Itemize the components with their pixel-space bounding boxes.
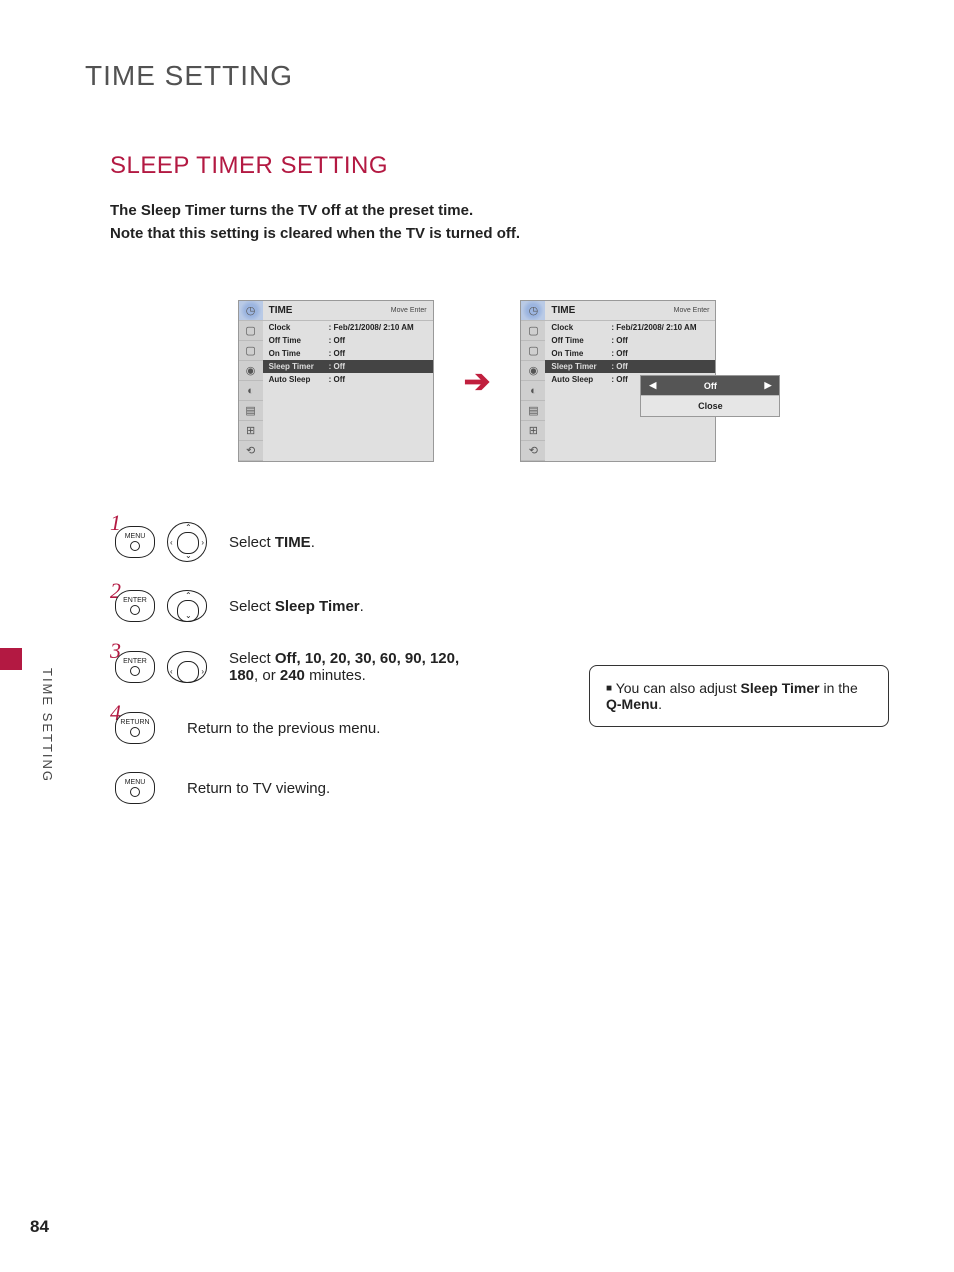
osd-row-label: Off Time	[551, 336, 611, 345]
osd-row-label: Clock	[551, 323, 611, 332]
osd-row-label: On Time	[269, 349, 329, 358]
dpad-icon[interactable]: ⌃⌄‹›	[167, 522, 207, 562]
osd-sidebar-icon: ⊞	[239, 421, 263, 441]
return-button[interactable]: RETURN	[115, 712, 155, 744]
osd-screenshots: ◷ ▢ ▢ ◉ ◐ ▤ ⊞ ⟲ TIME Move Enter ClockFeb	[70, 300, 884, 462]
nav-left-icon[interactable]: ◀	[649, 380, 656, 391]
osd-row-value: Off	[611, 362, 627, 371]
osd-sidebar-icon: ▤	[239, 401, 263, 421]
steps-list: 1 MENU ⌃⌄‹› Select TIME. 2 ENTER ⌃⌄ Sele…	[115, 522, 884, 804]
osd-row-value: Feb/21/2008/ 2:10 AM	[329, 323, 414, 332]
side-tab	[0, 648, 22, 670]
sleep-timer-popup: ◀ Off ▶ Close	[640, 375, 780, 417]
side-label: TIME SETTING	[40, 668, 55, 783]
dpad-vertical-icon[interactable]: ⌃⌄	[167, 590, 207, 622]
nav-right-icon[interactable]: ▶	[764, 380, 771, 391]
osd-row-label: On Time	[551, 349, 611, 358]
step-text: Select TIME.	[229, 534, 315, 551]
step-2: 2 ENTER ⌃⌄ Select Sleep Timer.	[115, 590, 884, 622]
osd-sidebar-icon: ◉	[521, 361, 545, 381]
osd-row-label: Clock	[269, 323, 329, 332]
bullet-icon: ■	[606, 683, 612, 694]
osd-sidebar-icon: ▢	[239, 321, 263, 341]
osd-sidebar-icon: ◉	[239, 361, 263, 381]
osd-row-value: Off	[329, 362, 345, 371]
clock-icon: ◷	[239, 301, 263, 321]
osd-sidebar-icon: ▢	[521, 341, 545, 361]
page-number: 84	[30, 1217, 49, 1237]
description-line: Note that this setting is cleared when t…	[110, 223, 884, 246]
osd-row-label: Auto Sleep	[551, 375, 611, 384]
clock-icon: ◷	[521, 301, 545, 321]
step-text: Return to the previous menu.	[187, 720, 380, 737]
osd-row-value: Off	[611, 336, 627, 345]
enter-button[interactable]: ENTER	[115, 651, 155, 683]
osd-header-nav: Move Enter	[674, 307, 710, 314]
arrow-right-icon: ➔	[464, 362, 491, 400]
popup-close[interactable]: Close	[641, 396, 779, 416]
popup-value: Off	[704, 381, 717, 391]
osd-sidebar-icon: ⟲	[521, 441, 545, 461]
osd-sidebar-icon: ▢	[521, 321, 545, 341]
osd-row-value: Off	[329, 349, 345, 358]
osd-row-value: Off	[611, 375, 627, 384]
osd-left: ◷ ▢ ▢ ◉ ◐ ▤ ⊞ ⟲ TIME Move Enter ClockFeb	[238, 300, 434, 462]
osd-header-title: TIME	[551, 305, 575, 316]
osd-row-label: Auto Sleep	[269, 375, 329, 384]
osd-row-value: Off	[611, 349, 627, 358]
step-text: Select Sleep Timer.	[229, 598, 364, 615]
section-subtitle: SLEEP TIMER SETTING	[110, 152, 884, 180]
osd-sidebar-icon: ⊞	[521, 421, 545, 441]
osd-row-value: Off	[329, 375, 345, 384]
step-text: Select Off, 10, 20, 30, 60, 90, 120, 180…	[229, 650, 489, 684]
menu-button[interactable]: MENU	[115, 772, 155, 804]
description: The Sleep Timer turns the TV off at the …	[110, 200, 884, 245]
step-text: Return to TV viewing.	[187, 780, 330, 797]
osd-row-label: Sleep Timer	[269, 362, 329, 371]
enter-button[interactable]: ENTER	[115, 590, 155, 622]
osd-sidebar-icon: ◐	[521, 381, 545, 401]
osd-row-value: Off	[329, 336, 345, 345]
osd-sidebar-icon: ⟲	[239, 441, 263, 461]
dpad-horizontal-icon[interactable]: ‹›	[167, 651, 207, 683]
menu-button[interactable]: MENU	[115, 526, 155, 558]
osd-sidebar-icon: ◐	[239, 381, 263, 401]
step-menu: MENU Return to TV viewing.	[115, 772, 884, 804]
osd-header-title: TIME	[269, 305, 293, 316]
note-box: ■ You can also adjust Sleep Timer in the…	[589, 665, 889, 727]
step-1: 1 MENU ⌃⌄‹› Select TIME.	[115, 522, 884, 562]
osd-row-label: Off Time	[269, 336, 329, 345]
osd-sidebar-icon: ▢	[239, 341, 263, 361]
osd-sidebar-icon: ▤	[521, 401, 545, 421]
osd-header-nav: Move Enter	[391, 307, 427, 314]
page-title: TIME SETTING	[85, 60, 884, 92]
description-line: The Sleep Timer turns the TV off at the …	[110, 200, 884, 223]
osd-row-label: Sleep Timer	[551, 362, 611, 371]
osd-row-value: Feb/21/2008/ 2:10 AM	[611, 323, 696, 332]
